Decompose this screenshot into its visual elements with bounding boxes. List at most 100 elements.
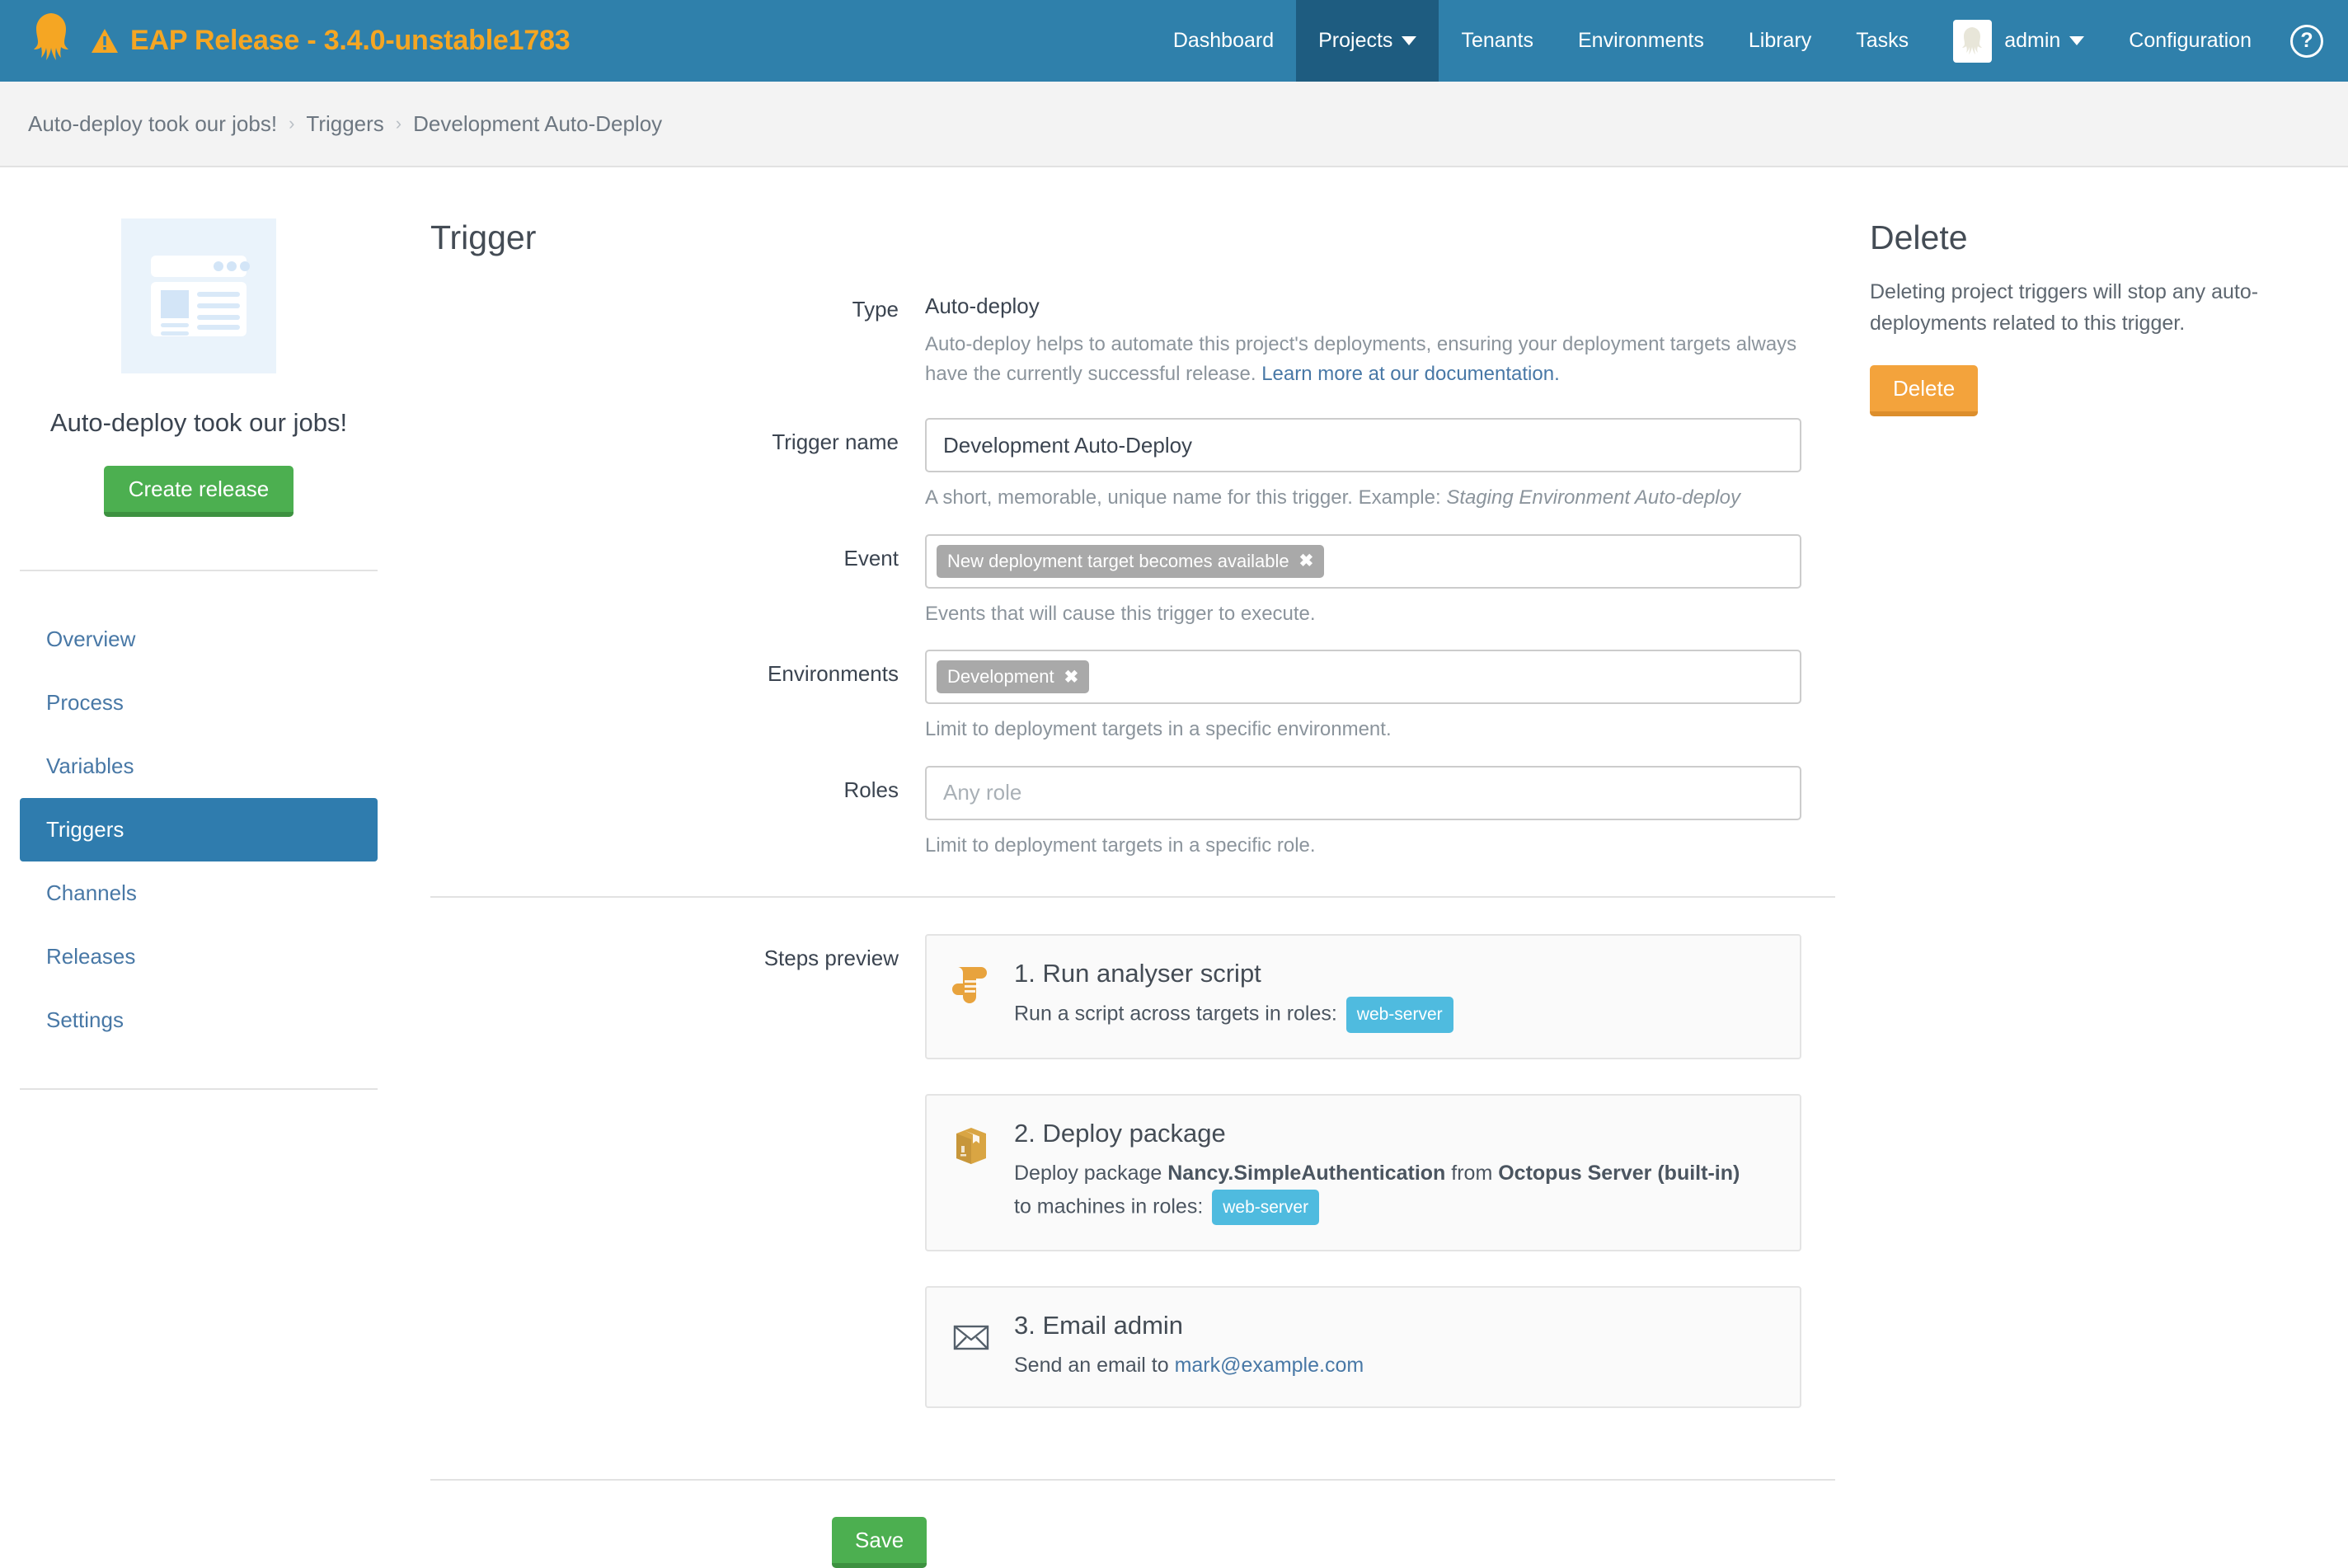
sidebar-divider-top (20, 570, 378, 571)
nav-item-environments-label: Environments (1578, 29, 1704, 53)
form-row-trigger-name: Trigger name A short, memorable, unique … (397, 418, 1837, 513)
step-description-mid: from (1445, 1162, 1498, 1185)
chevron-down-icon (2069, 36, 2084, 45)
sidebar-item-settings-label: Settings (46, 1007, 124, 1033)
type-value: Auto-deploy (925, 285, 1801, 319)
step-card: 3. Email admin Send an email to mark@exa… (925, 1286, 1801, 1408)
help-button[interactable]: ? (2274, 0, 2348, 82)
step-description-text: Run a script across targets in roles: (1014, 1002, 1337, 1026)
remove-icon[interactable]: ✖ (1299, 552, 1314, 570)
form-row-type: Type Auto-deploy Auto-deploy helps to au… (397, 285, 1837, 388)
step-package-name: Nancy.SimpleAuthentication (1167, 1162, 1445, 1185)
delete-button[interactable]: Delete (1870, 365, 1978, 416)
sidebar-item-process-label: Process (46, 690, 124, 716)
trigger-name-label: Trigger name (397, 418, 925, 513)
sidebar-item-settings[interactable]: Settings (20, 988, 378, 1052)
sidebar-menu: Overview Process Variables Triggers Chan… (20, 608, 378, 1052)
type-label: Type (397, 285, 925, 388)
nav-item-tenants[interactable]: Tenants (1439, 0, 1556, 82)
trigger-form: Trigger Type Auto-deploy Auto-deploy hel… (397, 167, 1870, 1568)
step-email-link[interactable]: mark@example.com (1175, 1354, 1364, 1377)
brand-area[interactable]: EAP Release - 3.4.0-unstable1783 (0, 0, 570, 82)
form-row-roles: Roles Limit to deployment targets in a s… (397, 766, 1837, 861)
step-title: 3. Email admin (1014, 1311, 1775, 1340)
nav-item-library[interactable]: Library (1726, 0, 1834, 82)
nav-item-library-label: Library (1749, 29, 1811, 53)
roles-input[interactable] (925, 766, 1801, 820)
sidebar-item-variables-label: Variables (46, 753, 134, 779)
script-scroll-icon (951, 959, 996, 1033)
form-row-environments: Environments Development ✖ Limit to depl… (397, 650, 1837, 744)
section-divider (430, 896, 1835, 898)
octopus-logo-icon (28, 12, 76, 71)
project-title: Auto-deploy took our jobs! (50, 408, 347, 438)
trigger-name-help-text: A short, memorable, unique name for this… (925, 483, 1801, 513)
create-release-button[interactable]: Create release (104, 466, 294, 517)
nav-spacer (570, 0, 1150, 82)
trigger-name-help-prefix: A short, memorable, unique name for this… (925, 486, 1446, 509)
breadcrumb-item-triggers[interactable]: Triggers (306, 111, 383, 137)
save-button-wrapper: Save (832, 1517, 1837, 1568)
delete-panel-description: Deleting project triggers will stop any … (1870, 277, 2315, 339)
step-description-prefix: Send an email to (1014, 1354, 1175, 1377)
step-card: 2. Deploy package Deploy package Nancy.S… (925, 1094, 1801, 1252)
nav-item-environments[interactable]: Environments (1556, 0, 1726, 82)
warning-triangle-icon (91, 28, 119, 54)
user-menu[interactable]: admin (1931, 0, 2106, 82)
type-help-link[interactable]: Learn more at our documentation. (1261, 363, 1560, 385)
sidebar-item-channels-label: Channels (46, 880, 137, 906)
step-description-prefix: Deploy package (1014, 1162, 1167, 1185)
sidebar-item-process[interactable]: Process (20, 671, 378, 735)
step-description: Run a script across targets in roles: we… (1014, 997, 1775, 1033)
save-button[interactable]: Save (832, 1517, 927, 1568)
step-description: Deploy package Nancy.SimpleAuthenticatio… (1014, 1157, 1775, 1226)
nav-item-configuration[interactable]: Configuration (2106, 0, 2274, 82)
form-row-event: Event New deployment target becomes avai… (397, 534, 1837, 629)
step-card: 1. Run analyser script Run a script acro… (925, 934, 1801, 1059)
nav-item-tasks-label: Tasks (1856, 29, 1909, 53)
form-row-steps-preview: Steps preview 1. Run analyser script (397, 934, 1837, 1443)
octopus-avatar-icon (1959, 26, 1987, 57)
role-chip: web-server (1212, 1190, 1319, 1226)
event-tag-input[interactable]: New deployment target becomes available … (925, 534, 1801, 589)
environment-tag[interactable]: Development ✖ (937, 660, 1089, 693)
footer-divider (430, 1479, 1835, 1481)
sidebar-divider-bottom (20, 1088, 378, 1090)
event-tag[interactable]: New deployment target becomes available … (937, 545, 1324, 578)
nav-item-dashboard[interactable]: Dashboard (1151, 0, 1296, 82)
sidebar-item-triggers[interactable]: Triggers (20, 798, 378, 861)
nav-item-tenants-label: Tenants (1461, 29, 1533, 53)
delete-panel-title: Delete (1870, 218, 2315, 257)
breadcrumb-item-current: Development Auto-Deploy (413, 111, 662, 137)
environments-tag-input[interactable]: Development ✖ (925, 650, 1801, 704)
event-label: Event (397, 534, 925, 629)
environments-help-text: Limit to deployment targets in a specifi… (925, 715, 1801, 744)
breadcrumb-separator-icon: › (289, 113, 294, 134)
sidebar-item-releases[interactable]: Releases (20, 925, 378, 988)
delete-panel: Delete Deleting project triggers will st… (1870, 167, 2348, 1568)
package-box-icon (951, 1119, 996, 1226)
envelope-icon (951, 1311, 996, 1382)
nav-item-configuration-label: Configuration (2129, 29, 2252, 53)
nav-item-tasks[interactable]: Tasks (1834, 0, 1931, 82)
step-title: 2. Deploy package (1014, 1119, 1775, 1148)
remove-icon[interactable]: ✖ (1064, 669, 1079, 686)
sidebar-item-channels[interactable]: Channels (20, 861, 378, 925)
breadcrumb-item-project[interactable]: Auto-deploy took our jobs! (28, 111, 277, 137)
page-body: Auto-deploy took our jobs! Create releas… (0, 167, 2348, 1568)
trigger-name-input[interactable] (925, 418, 1801, 472)
role-chip: web-server (1346, 997, 1453, 1033)
nav-item-dashboard-label: Dashboard (1173, 29, 1274, 53)
step-title: 1. Run analyser script (1014, 959, 1775, 988)
environments-label: Environments (397, 650, 925, 744)
brand-title: EAP Release - 3.4.0-unstable1783 (130, 25, 570, 57)
top-navigation-bar: EAP Release - 3.4.0-unstable1783 Dashboa… (0, 0, 2348, 82)
roles-label: Roles (397, 766, 925, 861)
roles-help-text: Limit to deployment targets in a specifi… (925, 831, 1801, 861)
nav-item-projects[interactable]: Projects (1296, 0, 1439, 82)
sidebar-item-releases-label: Releases (46, 944, 135, 969)
help-question-icon: ? (2290, 25, 2323, 58)
sidebar-item-overview[interactable]: Overview (20, 608, 378, 671)
page-title: Trigger (430, 218, 1837, 257)
sidebar-item-variables[interactable]: Variables (20, 735, 378, 798)
